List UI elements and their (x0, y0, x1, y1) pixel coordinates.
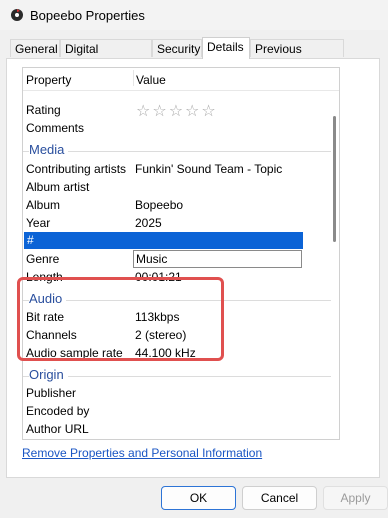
row-value: 2 (stereo) (135, 328, 187, 342)
window-title: Bopeebo Properties (30, 8, 145, 23)
row-label: Album (26, 198, 61, 212)
row-label: Contributing artists (26, 162, 127, 176)
row-value: 44.100 kHz (135, 346, 196, 360)
group-label: Audio (29, 291, 67, 306)
row-label: Length (26, 270, 63, 284)
group-audio: Audio (23, 290, 339, 308)
music-file-icon (11, 9, 23, 21)
scrollbar-thumb[interactable] (333, 116, 336, 242)
row-value: 113kbps (135, 310, 180, 324)
genre-edit-field[interactable]: Music (133, 250, 302, 268)
row-value: Funkin' Sound Team - Topic (135, 162, 283, 176)
group-media: Media (23, 141, 339, 159)
row-label: Genre (26, 252, 60, 266)
row-value: 00:01:21 (135, 270, 182, 284)
apply-button[interactable]: Apply (323, 486, 388, 510)
row-value: Bopeebo (135, 198, 184, 212)
row-label: Audio sample rate (26, 346, 123, 360)
rating-stars-icon[interactable]: ☆☆☆☆☆ (136, 101, 218, 121)
row-label: # (27, 233, 34, 247)
column-header-value[interactable]: Value (136, 73, 166, 87)
row-bit-rate[interactable]: Bit rate 113kbps (23, 308, 339, 326)
row-channels[interactable]: Channels 2 (stereo) (23, 326, 339, 344)
row-encoded-by[interactable]: Encoded by (23, 402, 339, 420)
tab-security[interactable]: Security (152, 39, 202, 57)
cancel-button[interactable]: Cancel (242, 486, 317, 510)
row-author-url[interactable]: Author URL (23, 420, 339, 438)
row-album-artist[interactable]: Album artist (23, 178, 339, 196)
column-header-property[interactable]: Property (26, 73, 71, 87)
row-rating[interactable]: Rating ☆☆☆☆☆ (23, 101, 339, 121)
row-label: Author URL (26, 422, 89, 436)
row-label: Comments (26, 121, 85, 135)
row-year[interactable]: Year 2025 (23, 214, 339, 232)
row-label: Encoded by (26, 404, 90, 418)
row-label: Channels (26, 328, 77, 342)
row-label: Publisher (26, 386, 77, 400)
tab-details[interactable]: Details (202, 37, 250, 59)
row-audio-sample-rate[interactable]: Audio sample rate 44.100 kHz (23, 344, 339, 362)
group-origin: Origin (23, 366, 339, 384)
row-label: Year (26, 216, 51, 230)
row-label: Album artist (26, 180, 90, 194)
ok-button[interactable]: OK (161, 486, 236, 510)
row-comments[interactable]: Comments (23, 119, 339, 137)
column-divider[interactable] (133, 70, 134, 86)
title-bar: Bopeebo Properties (0, 0, 388, 30)
tab-digital-signatures[interactable]: Digital Signatures (60, 39, 152, 74)
details-pane: Property Value Rating ☆☆☆☆☆ Comments Med… (6, 58, 380, 478)
group-divider (23, 151, 331, 152)
remove-properties-link[interactable]: Remove Properties and Personal Informati… (22, 446, 262, 460)
group-divider (23, 376, 331, 377)
row-label: Rating (26, 103, 61, 117)
group-divider (23, 300, 331, 301)
group-label: Media (29, 142, 69, 157)
row-genre[interactable]: Genre Music (23, 250, 339, 268)
row-album[interactable]: Album Bopeebo (23, 196, 339, 214)
row-track-selected[interactable]: # (24, 232, 303, 249)
tab-strip: General Digital Signatures Security Deta… (0, 37, 388, 74)
properties-list[interactable]: Property Value Rating ☆☆☆☆☆ Comments Med… (22, 67, 340, 440)
row-length[interactable]: Length 00:01:21 (23, 268, 339, 286)
row-value: 2025 (135, 216, 162, 230)
row-label: Bit rate (26, 310, 65, 324)
header-divider (23, 90, 339, 91)
tab-general[interactable]: General (10, 39, 60, 57)
genre-value: Music (136, 252, 168, 266)
group-label: Origin (29, 367, 68, 382)
vertical-scrollbar[interactable] (333, 72, 337, 432)
row-contributing-artists[interactable]: Contributing artists Funkin' Sound Team … (23, 160, 339, 178)
tab-previous-versions[interactable]: Previous Versions (250, 39, 344, 74)
row-publisher[interactable]: Publisher (23, 384, 339, 402)
